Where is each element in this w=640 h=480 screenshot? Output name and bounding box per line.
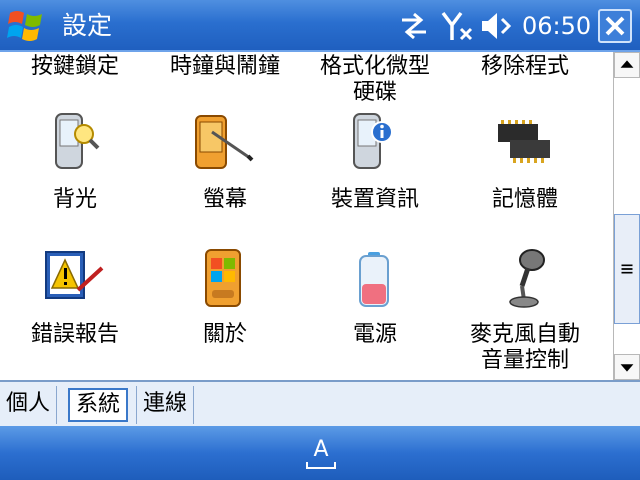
scroll-up-button[interactable]: [614, 52, 640, 78]
item-label: 按鍵鎖定: [30, 54, 119, 79]
tab-bar: 個人 系統 連線: [0, 380, 640, 426]
item-label: 裝置資訊: [330, 187, 419, 212]
item-label: 關於: [202, 322, 247, 347]
title-bar: 設定 06:50: [0, 0, 640, 52]
settings-grid: 按鍵鎖定 時鐘與鬧鐘 格式化微型 硬碟 移除程式 背光 螢幕 裝置資訊 記憶體 …: [0, 52, 613, 380]
scroll-thumb[interactable]: [614, 214, 640, 324]
speaker-icon[interactable]: [479, 8, 515, 44]
tab-system[interactable]: 系統: [68, 388, 129, 422]
item-label-line2: 音量控制: [480, 348, 569, 373]
clock-text[interactable]: 06:50: [522, 10, 591, 42]
item-label: 麥克風自動: [469, 322, 580, 347]
scroll-down-button[interactable]: [614, 354, 640, 380]
item-label: 移除程式: [480, 54, 569, 79]
keyboard-input-icon: [306, 462, 336, 469]
settings-item-remove-programs[interactable]: 移除程式: [450, 54, 600, 80]
windows-start-icon[interactable]: [6, 7, 46, 45]
item-label: 記憶體: [491, 187, 558, 212]
item-label: 電源: [352, 322, 397, 347]
grip-icon: [621, 264, 633, 274]
item-label: 時鐘與鬧鐘: [169, 54, 280, 79]
item-label: 螢幕: [202, 187, 247, 212]
settings-item-keylock[interactable]: 按鍵鎖定: [0, 54, 150, 80]
item-label-line2: 硬碟: [352, 80, 397, 105]
signal-off-icon[interactable]: [440, 8, 474, 44]
input-method-button[interactable]: A: [303, 434, 339, 472]
triangle-up-icon: [620, 60, 634, 68]
settings-item-format-drive[interactable]: 格式化微型 硬碟: [300, 54, 450, 106]
sync-arrows-icon[interactable]: [398, 8, 430, 44]
about-icon: [205, 249, 241, 307]
close-icon: [605, 16, 625, 36]
item-label: 格式化微型: [319, 54, 430, 79]
device-info-icon: [353, 113, 393, 169]
microphone-icon: [509, 249, 545, 308]
close-button[interactable]: [598, 9, 632, 43]
item-label-group: 麥克風自動 音量控制: [450, 322, 600, 374]
vertical-scrollbar[interactable]: [613, 52, 640, 380]
item-label: 背光: [52, 187, 97, 212]
backlight-icon: [55, 113, 100, 169]
tab-personal[interactable]: 個人: [0, 386, 58, 424]
page-title: 設定: [62, 11, 113, 40]
battery-icon: [359, 252, 389, 307]
error-report-icon: [45, 251, 104, 299]
memory-chip-icon: [498, 120, 550, 163]
settings-item-clock-alarm[interactable]: 時鐘與鬧鐘: [150, 54, 300, 80]
softkey-bar: A: [0, 426, 640, 480]
triangle-down-icon: [620, 364, 634, 372]
screen-icon: [195, 115, 254, 169]
tab-connections[interactable]: 連線: [136, 386, 195, 424]
item-label: 錯誤報告: [30, 322, 119, 347]
